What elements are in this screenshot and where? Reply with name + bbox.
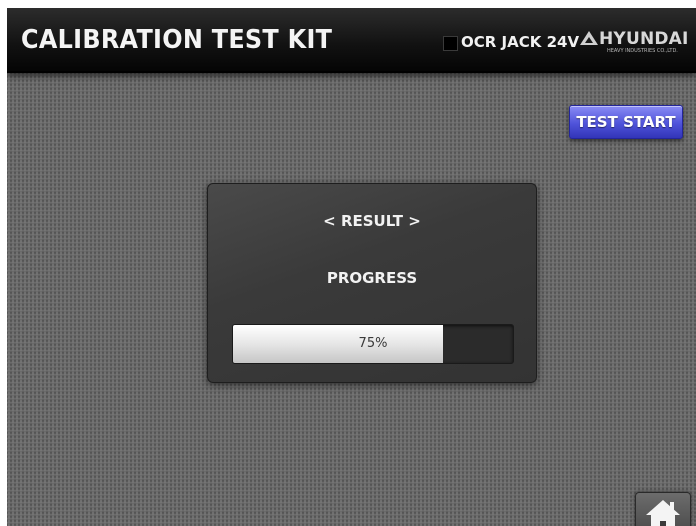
hyundai-logo-icon: HYUNDAI HEAVY INDUSTRIES CO.,LTD.: [579, 29, 693, 60]
home-button[interactable]: [635, 492, 691, 526]
brand-tagline: HEAVY INDUSTRIES CO.,LTD.: [607, 48, 678, 54]
device-label: OCR JACK 24V: [461, 33, 580, 51]
header-bar: CALIBRATION TEST KIT OCR JACK 24V HYUNDA…: [7, 8, 696, 73]
brand-triangle-icon: [580, 31, 598, 45]
progress-bar: 75%: [232, 324, 514, 364]
page-title: CALIBRATION TEST KIT: [21, 25, 333, 55]
result-panel: < RESULT > PROGRESS 75%: [207, 183, 537, 383]
home-icon: [646, 500, 680, 526]
progress-value: 75%: [358, 336, 388, 351]
test-start-button[interactable]: TEST START: [569, 105, 683, 139]
app-screen: CALIBRATION TEST KIT OCR JACK 24V HYUNDA…: [7, 8, 696, 526]
square-indicator-icon: [443, 36, 458, 51]
progress-label: PROGRESS: [326, 269, 418, 287]
result-title: < RESULT >: [323, 212, 421, 230]
brand-name: HYUNDAI: [599, 29, 689, 49]
